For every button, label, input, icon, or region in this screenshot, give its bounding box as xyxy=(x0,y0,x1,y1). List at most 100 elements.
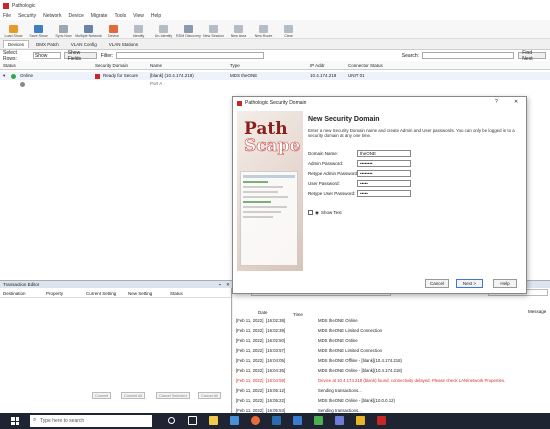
menu-file[interactable]: File xyxy=(3,13,11,19)
filter-input[interactable] xyxy=(116,52,264,59)
pathscape-taskbar-icon[interactable] xyxy=(377,416,386,425)
toolbar-button-un-identify[interactable]: Un-Identify xyxy=(152,20,175,38)
toolbar-button-label: New Session xyxy=(203,34,224,38)
help-button[interactable]: Help xyxy=(493,279,517,288)
select-rows-dropdown[interactable]: Show xyxy=(32,52,61,59)
message-viewer-panel: Filter: Search: Date Time Message [Feb 1… xyxy=(233,288,550,413)
cortana-icon[interactable] xyxy=(168,417,175,424)
row-name: Port A xyxy=(150,81,163,86)
user-password-field[interactable]: ••••• xyxy=(357,180,411,187)
select-rows-label: Select Rows: xyxy=(3,49,17,62)
message-row[interactable]: [Feb 11, 2022] [16:05:22] MDS theONE Onlin… xyxy=(233,398,550,405)
menu-migrate[interactable]: Migrate xyxy=(91,13,108,19)
toolbar-button-sync-now[interactable]: Sync Now xyxy=(52,20,75,38)
message-date: [Feb 11, 2022] xyxy=(236,388,264,393)
search-icon: ⌕ xyxy=(33,417,37,423)
msg-col-message[interactable]: Message xyxy=(528,309,546,314)
message-row[interactable]: [Feb 11, 2022] [16:04:35] MDS theONE Onlin… xyxy=(233,368,550,375)
show-fields-button[interactable]: Show Fields xyxy=(63,50,97,62)
windows-taskbar: ⌕ Type here to search xyxy=(0,413,550,429)
cancel-selected-button[interactable]: Cancel Selected xyxy=(156,392,190,399)
toolbar-button-save-show[interactable]: Save Show xyxy=(27,20,50,38)
expand-icon[interactable]: ▾ xyxy=(3,73,5,79)
chrome-icon[interactable] xyxy=(251,416,260,425)
table-row[interactable]: Port A xyxy=(0,80,550,88)
col-type[interactable]: Type xyxy=(230,63,240,68)
next-button[interactable]: Next > xyxy=(456,279,483,288)
cancel-button[interactable]: Cancel xyxy=(425,279,449,288)
teams-icon[interactable] xyxy=(335,416,344,425)
message-row[interactable]: [Feb 11, 2022] [16:02:39] MDS theONE Limit… xyxy=(233,328,550,335)
cancel-all-button[interactable]: Cancel All xyxy=(198,392,221,399)
eye-icon: ◉ xyxy=(315,210,319,215)
commit-all-button[interactable]: Commit All xyxy=(121,392,146,399)
col-ip-addr[interactable]: IP Addr xyxy=(310,63,325,68)
message-row[interactable]: [Feb 11, 2022] [16:02:38] MDS theONE Onlin… xyxy=(233,318,550,325)
toolbar-button-new-area[interactable]: New Area xyxy=(227,20,250,38)
message-row[interactable]: [Feb 11, 2022] [16:04:05] MDS theONE Offli… xyxy=(233,358,550,365)
menu-security[interactable]: Security xyxy=(18,13,36,19)
taskbar-search-box[interactable]: ⌕ Type here to search xyxy=(30,415,152,427)
word-icon[interactable] xyxy=(293,416,302,425)
tab-vlan-stations[interactable]: VLAN Stations xyxy=(104,40,143,48)
toolbar-button-multiple-network[interactable]: Multiple Network xyxy=(75,20,102,38)
tx-col-new-setting[interactable]: New Setting xyxy=(128,291,152,296)
commit-button[interactable]: Commit xyxy=(92,392,112,399)
col-status[interactable]: Status xyxy=(3,63,16,68)
show-text-checkbox[interactable] xyxy=(308,210,313,215)
message-row[interactable]: [Feb 11, 2022] [16:04:59] Device at 10.4.1… xyxy=(233,378,550,385)
toolbar-button-load-show[interactable]: Load Show xyxy=(2,20,25,38)
tx-col-status[interactable]: Status xyxy=(170,291,183,296)
admin-password-field[interactable]: •••••••• xyxy=(357,160,411,167)
toolbar-button-clear[interactable]: Clear xyxy=(277,20,300,38)
retype-user-password-field[interactable]: ••••• xyxy=(357,190,411,197)
toolbar-button-new-route[interactable]: New Route xyxy=(252,20,275,38)
taskbar-app-icon[interactable] xyxy=(230,416,239,425)
message-time: [16:05:22] xyxy=(266,398,286,403)
pin-icon[interactable]: ▪ xyxy=(219,282,221,287)
dialog-close-icon[interactable]: ✕ xyxy=(514,99,518,105)
menu-network[interactable]: Network xyxy=(43,13,61,19)
tx-col-destination[interactable]: Destination xyxy=(3,291,26,296)
tx-col-property[interactable]: Property xyxy=(46,291,63,296)
windows-start-icon[interactable] xyxy=(11,417,19,425)
menu-help[interactable]: Help xyxy=(151,13,161,19)
col-name[interactable]: Name xyxy=(150,63,162,68)
menu-tools[interactable]: Tools xyxy=(114,13,126,19)
col-connector-status[interactable]: Connector Status xyxy=(348,63,383,68)
outlook-icon[interactable] xyxy=(272,416,281,425)
excel-icon[interactable] xyxy=(314,416,323,425)
table-row[interactable]: ▾ Online Ready for Secure [blank] (10.4.… xyxy=(0,72,550,80)
find-next-button[interactable]: Find Next xyxy=(518,49,547,62)
domain-name-field[interactable]: theONE xyxy=(357,150,411,157)
find-next-label: Find Next xyxy=(522,49,533,62)
col-security-domain[interactable]: Security Domain xyxy=(95,63,128,68)
menu-device[interactable]: Device xyxy=(68,13,83,19)
message-row[interactable]: [Feb 11, 2022] [16:05:12] Sending transact… xyxy=(233,388,550,395)
msg-col-time[interactable]: Time xyxy=(293,312,303,317)
toolbar-button-rdm-discovery[interactable]: RDM Discovery xyxy=(176,20,201,38)
row-name: [blank] (10.4.174.218) xyxy=(150,73,194,78)
toolbar-button-device[interactable]: Device xyxy=(102,20,125,38)
message-time: [16:04:05] xyxy=(266,358,286,363)
pathscape-banner: Path Scape xyxy=(237,111,303,271)
menu-view[interactable]: View xyxy=(133,13,144,19)
message-row[interactable]: [Feb 11, 2022] [16:02:50] MDS theONE Onlin… xyxy=(233,338,550,345)
retype-admin-password-field[interactable]: •••••••• xyxy=(357,170,411,177)
tab-vlan-config[interactable]: VLAN Config xyxy=(66,40,102,48)
file-explorer-icon[interactable] xyxy=(209,416,218,425)
search-input[interactable] xyxy=(422,52,515,59)
toolbar-button-label: Identify xyxy=(132,34,145,38)
help-icon[interactable]: ? xyxy=(495,99,498,105)
tab-devices[interactable]: Devices xyxy=(3,40,30,48)
message-row[interactable]: [Feb 11, 2022] [16:03:57] MDS theONE Limit… xyxy=(233,348,550,355)
toolbar-button-identify[interactable]: Identify xyxy=(127,20,150,38)
message-msg: MDS theONE Online xyxy=(318,338,358,343)
tab-dmx-patch[interactable]: DMX Patch xyxy=(31,40,64,48)
toolbar-button-label: Load Show xyxy=(4,34,23,38)
toolbar-button-new-session[interactable]: New Session xyxy=(202,20,225,38)
sticky-notes-icon[interactable] xyxy=(356,416,365,425)
tx-col-current-setting[interactable]: Current Setting xyxy=(86,291,116,296)
task-view-icon[interactable] xyxy=(188,416,197,425)
msg-col-date[interactable]: Date xyxy=(258,310,268,315)
